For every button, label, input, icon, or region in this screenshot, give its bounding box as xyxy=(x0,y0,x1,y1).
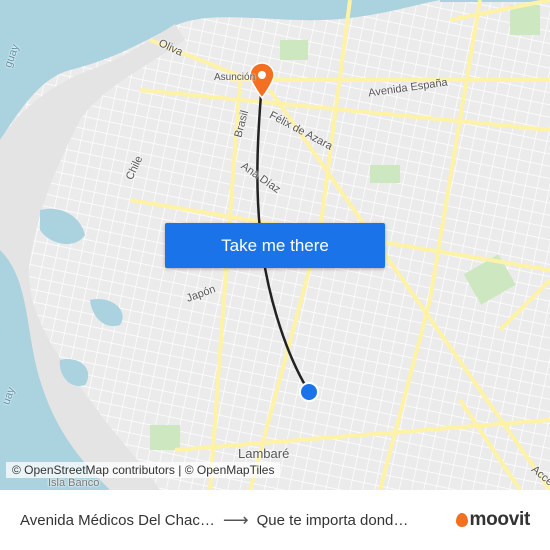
map-label: Lambaré xyxy=(238,446,290,461)
origin-name: Avenida Médicos Del Chac… xyxy=(20,511,215,529)
footer: Avenida Médicos Del Chac… ⟶ Que te impor… xyxy=(0,490,550,550)
map-label: Isla Banco xyxy=(48,477,100,489)
moovit-logo[interactable]: moovit xyxy=(455,509,531,531)
map-attribution[interactable]: © OpenStreetMap contributors | © OpenMap… xyxy=(6,462,281,478)
arrow-right-icon: ⟶ xyxy=(222,509,249,530)
map-label: Asunción xyxy=(214,72,256,83)
moovit-pin-icon xyxy=(455,513,468,527)
take-me-there-button[interactable]: Take me there xyxy=(165,223,385,268)
origin-marker[interactable] xyxy=(299,382,319,402)
brand-name: moovit xyxy=(469,509,531,530)
destination-name: Que te importa dond… xyxy=(256,511,409,529)
map[interactable]: Oliva Asunción Avenida España Brasil Fél… xyxy=(0,0,550,490)
